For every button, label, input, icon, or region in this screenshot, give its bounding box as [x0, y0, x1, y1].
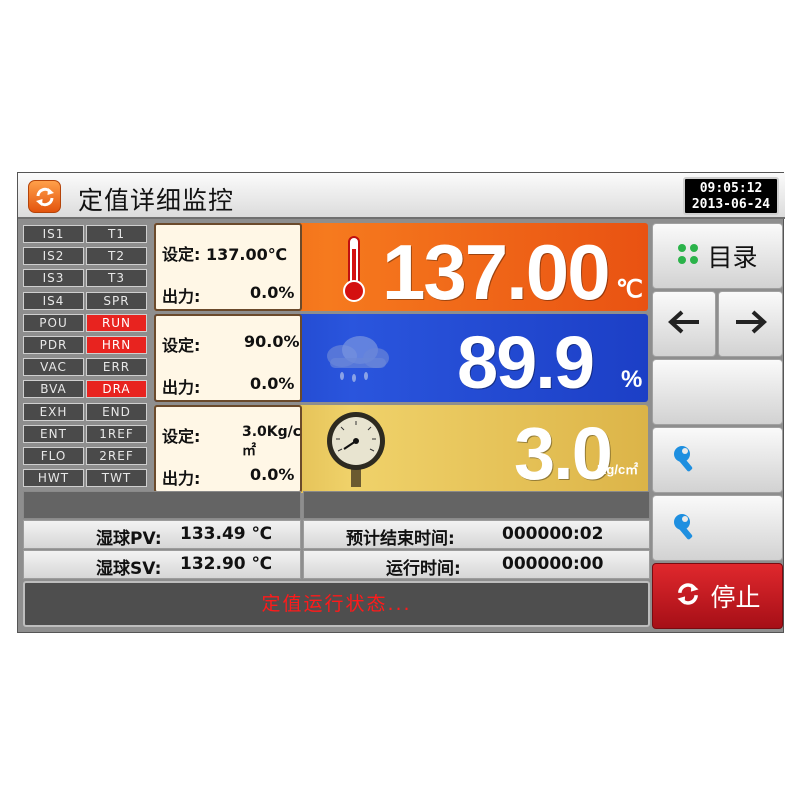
page-title: 定值详细监控 [78, 186, 235, 215]
temperature-panel: 设定: 137.00℃ 出力: 0.0% 137.00 ℃ [154, 223, 648, 316]
status-tag-is2: IS2 [23, 247, 84, 266]
status-tag-twt: TWT [86, 469, 147, 488]
status-tag-spr: SPR [86, 291, 147, 310]
monitor-screen: 定值详细监控 09:05:12 2013-06-24 IS1 T1 IS2 T2 IS3… [17, 172, 785, 633]
wet-bulb-sv-value: 132.90 ℃ [180, 554, 273, 574]
status-tag-t3: T3 [86, 269, 147, 288]
humidity-unit: % [621, 366, 643, 393]
humidity-set-value: 90.0% [244, 332, 300, 351]
wet-bulb-pv-row: 湿球PV: 133.49 ℃ [23, 520, 301, 549]
tool-button-1[interactable] [652, 427, 783, 493]
temperature-output-row: 出力: 0.0% [162, 283, 294, 307]
refresh-app-icon [28, 180, 61, 213]
pressure-info-box: 设定: 3.0Kg/c㎡ 出力: 0.0% [154, 405, 302, 493]
pressure-set-label: 设定: [162, 427, 201, 446]
humidity-output-label: 出力: [162, 378, 201, 397]
stop-button-label: 停止 [710, 583, 761, 612]
wet-bulb-pv-label: 湿球PV: [96, 529, 162, 549]
pressure-panel: 设定: 3.0Kg/c㎡ 出力: 0.0% 3.0 Kg/c㎡ [154, 405, 648, 495]
clock-time: 09:05:12 [699, 181, 763, 196]
estimated-end-time-row: 预计结束时间: 000000:02 [303, 520, 650, 549]
header-bar: 定值详细监控 09:05:12 2013-06-24 [18, 173, 785, 219]
status-tag-flo: FLO [23, 447, 84, 465]
run-time-row: 运行时间: 000000:00 [303, 550, 650, 579]
menu-button[interactable]: 目录 [652, 223, 783, 289]
estimated-end-time-label: 预计结束时间: [346, 529, 455, 549]
temperature-set-value: 137.00℃ [205, 245, 288, 264]
humidity-panel: 设定: 90.0% 出力: 0.0% 89.9 % [154, 314, 648, 404]
info-table: 湿球PV: 133.49 ℃ 湿球SV: 132.90 ℃ 预计结束时间: 00… [23, 491, 650, 579]
info-table-header-right [303, 491, 650, 519]
run-time-value: 000000:00 [502, 554, 604, 574]
temperature-output-label: 出力: [162, 287, 201, 306]
status-tag-hwt: HWT [23, 469, 84, 488]
humidity-info-box: 设定: 90.0% 出力: 0.0% [154, 314, 302, 402]
status-tag-pou: POU [23, 313, 84, 332]
menu-button-label: 目录 [707, 243, 758, 272]
status-tag-is3: IS3 [23, 269, 84, 288]
tool-button-2[interactable] [652, 495, 783, 561]
status-tag-err: ERR [86, 358, 147, 377]
run-time-label: 运行时间: [386, 559, 461, 579]
status-tag-grid: IS1 T1 IS2 T2 IS3 T3 IS4 SPR POU RUN PDR HRN VAC ERR B… [23, 225, 151, 489]
wet-bulb-pv-value: 133.49 ℃ [180, 524, 273, 544]
status-tag-t2: T2 [86, 247, 147, 266]
stop-button[interactable]: 停止 [652, 563, 783, 629]
temperature-value: 137.00 [382, 228, 611, 316]
status-tag-exh: EXH [23, 402, 84, 421]
status-tag-vac: VAC [23, 358, 84, 377]
refresh-icon [674, 580, 702, 612]
status-tag-t1: T1 [86, 225, 147, 243]
temperature-set-label: 设定: [162, 245, 201, 264]
status-tag-1ref: 1REF [86, 424, 147, 443]
wrench-icon [671, 443, 701, 477]
status-tag-is1: IS1 [23, 225, 84, 243]
temperature-set-row: 设定: 137.00℃ [162, 241, 287, 265]
pressure-output-value: 0.0% [250, 465, 295, 484]
pressure-unit: Kg/c㎡ [597, 462, 639, 477]
temperature-output-value: 0.0% [250, 283, 295, 302]
humidity-output-value: 0.0% [250, 374, 295, 393]
status-tag-dra: DRA [86, 380, 147, 399]
info-table-header-left [23, 491, 301, 519]
status-message-bar: 定值运行状态... [23, 581, 650, 627]
wet-bulb-sv-row: 湿球SV: 132.90 ℃ [23, 550, 301, 579]
status-tag-2ref: 2REF [86, 447, 147, 465]
clock-display: 09:05:12 2013-06-24 [683, 177, 779, 215]
temperature-unit: ℃ [616, 276, 643, 303]
previous-button[interactable] [652, 291, 716, 357]
status-tag-bva: BVA [23, 380, 84, 399]
estimated-end-time-value: 000000:02 [502, 524, 604, 544]
grid-dots-icon [677, 243, 699, 269]
humidity-output-row: 出力: 0.0% [162, 374, 294, 398]
status-tag-pdr: PDR [23, 336, 84, 354]
humidity-set-row: 设定: 90.0% [162, 332, 300, 356]
thermometer-icon [340, 235, 368, 307]
arrow-left-icon [667, 309, 701, 339]
status-tag-end: END [86, 402, 147, 421]
pressure-set-row: 设定: 3.0Kg/c㎡ [162, 423, 301, 459]
status-tag-hrn: HRN [86, 336, 147, 354]
humidity-set-label: 设定: [162, 336, 201, 355]
status-tag-is4: IS4 [23, 291, 84, 310]
pressure-output-label: 出力: [162, 469, 201, 488]
next-button[interactable] [718, 291, 783, 357]
blank-button[interactable] [652, 359, 783, 425]
arrow-right-icon [734, 309, 768, 339]
humidity-value: 89.9 [457, 321, 595, 404]
pressure-set-value: 3.0Kg/c㎡ [242, 424, 302, 459]
status-tag-run: RUN [86, 313, 147, 332]
cloud-rain-icon [320, 330, 392, 388]
status-tag-ent: ENT [23, 424, 84, 443]
clock-date: 2013-06-24 [691, 197, 771, 212]
wrench-icon [671, 511, 701, 545]
wet-bulb-sv-label: 湿球SV: [96, 559, 162, 579]
pressure-output-row: 出力: 0.0% [162, 465, 294, 489]
pressure-value: 3.0 [514, 412, 613, 495]
temperature-info-box: 设定: 137.00℃ 出力: 0.0% [154, 223, 302, 311]
pressure-gauge-icon [324, 409, 388, 493]
